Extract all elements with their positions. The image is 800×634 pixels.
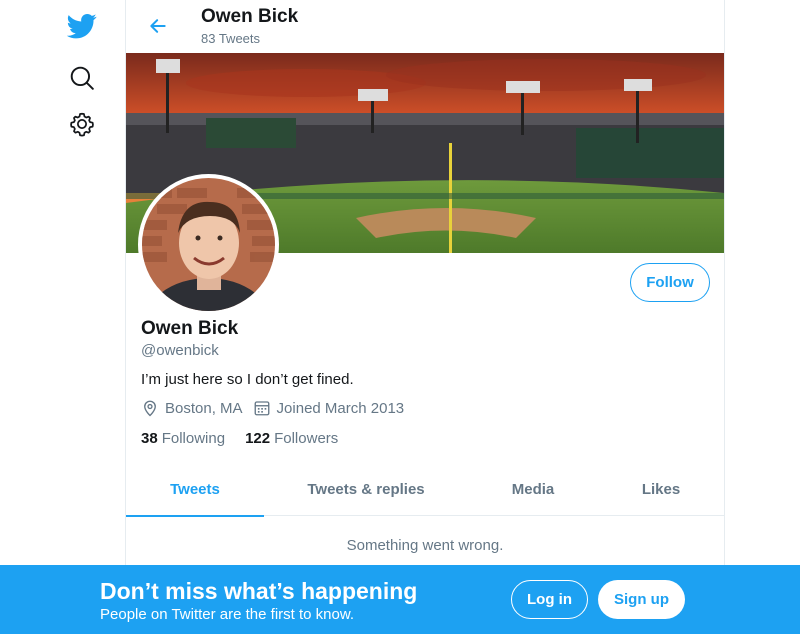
signup-prompt-bar: Don’t miss what’s happening People on Tw…	[0, 565, 800, 634]
profile-meta: Boston, MA Joined March 2013	[141, 399, 414, 417]
location-text: Boston, MA	[165, 399, 243, 417]
follow-button[interactable]: Follow	[630, 263, 710, 302]
tab-tweets[interactable]: Tweets	[126, 463, 264, 517]
tab-tweets-replies[interactable]: Tweets & replies	[264, 463, 468, 516]
profile-stats: 38 Following 122 Followers	[141, 430, 358, 447]
profile-tabs: Tweets Tweets & replies Media Likes	[126, 463, 724, 517]
profile-bio: I’m just here so I don’t get fined.	[141, 371, 354, 388]
location-item: Boston, MA	[141, 399, 243, 417]
header-name: Owen Bick	[201, 6, 299, 27]
back-button[interactable]	[140, 8, 176, 44]
twitter-bird-icon[interactable]	[62, 6, 102, 46]
tab-media[interactable]: Media	[468, 463, 598, 516]
feed-error-message: Something went wrong.	[346, 537, 504, 554]
location-pin-icon	[144, 400, 156, 417]
prompt-subtitle: People on Twitter are the first to know.	[100, 606, 355, 623]
following-label: Following	[161, 430, 226, 447]
profile-avatar[interactable]	[138, 174, 279, 315]
profile-handle: @owenbick	[141, 342, 219, 359]
profile-header: Owen Bick 83 Tweets	[126, 0, 724, 53]
profile-column: Owen Bick 83 Tweets Follow Owen Bick @ow…	[125, 0, 725, 634]
followers-count: 122	[245, 430, 271, 447]
calendar-icon	[254, 401, 269, 416]
signup-button[interactable]: Sign up	[598, 580, 685, 619]
joined-text: Joined March 2013	[276, 399, 405, 417]
gear-icon[interactable]	[62, 104, 102, 144]
arrow-left-icon	[150, 19, 166, 33]
following-count: 38	[141, 430, 158, 447]
header-tweet-count: 83 Tweets	[201, 31, 261, 46]
tab-likes[interactable]: Likes	[598, 463, 724, 516]
profile-name: Owen Bick	[141, 318, 239, 339]
prompt-title: Don’t miss what’s happening	[100, 578, 418, 604]
following-link[interactable]: 38 Following	[141, 430, 225, 447]
login-button[interactable]: Log in	[511, 580, 588, 619]
joined-item: Joined March 2013	[253, 399, 405, 417]
followers-label: Followers	[274, 430, 339, 447]
left-nav	[0, 0, 126, 634]
search-icon[interactable]	[62, 58, 102, 98]
followers-link[interactable]: 122 Followers	[245, 430, 338, 447]
